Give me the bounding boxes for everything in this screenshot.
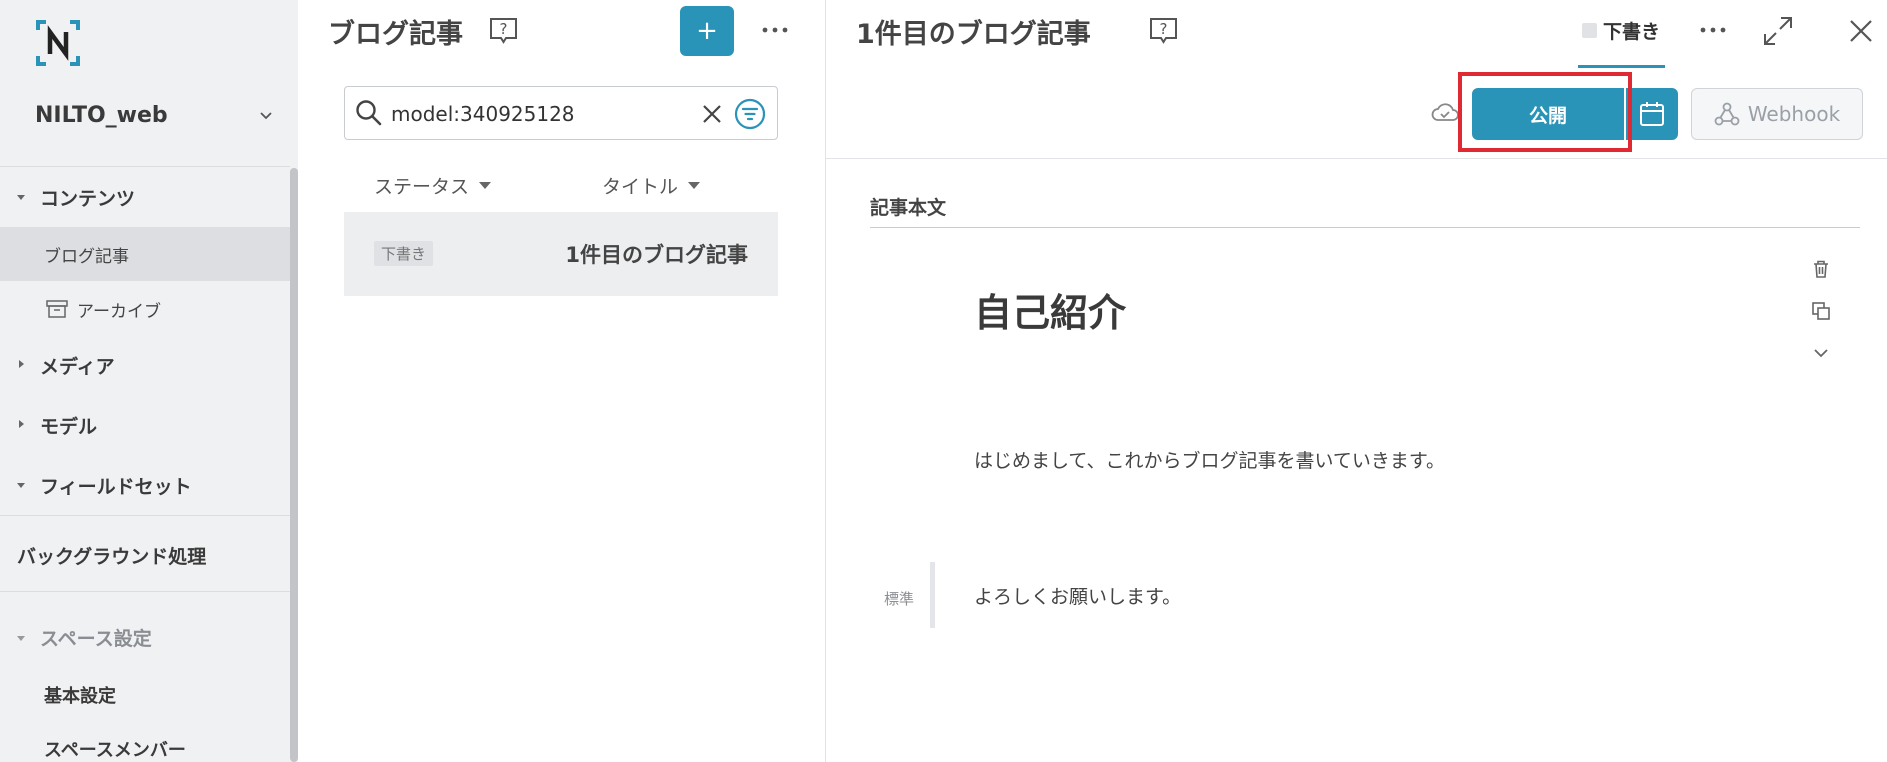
webhook-button[interactable]: Webhook <box>1691 88 1863 140</box>
sidebar-section-contents[interactable]: コンテンツ <box>40 184 135 211</box>
active-block-indicator <box>930 562 935 628</box>
sidebar-section-space-settings[interactable]: スペース設定 <box>40 624 152 651</box>
caret-down-icon <box>17 636 25 641</box>
field-divider <box>870 227 1860 228</box>
sidebar-item-label: ブログ記事 <box>44 247 129 267</box>
schedule-button[interactable] <box>1626 88 1678 140</box>
heading-block[interactable]: 自己紹介 <box>974 282 1126 337</box>
table-row[interactable]: 下書き 1件目のブログ記事 <box>344 212 778 296</box>
filter-icon[interactable] <box>734 98 766 130</box>
nilto-logo[interactable] <box>34 18 82 68</box>
chevron-down-icon[interactable] <box>1810 342 1832 364</box>
caret-down-icon <box>17 195 25 200</box>
expand-icon[interactable] <box>1761 14 1795 48</box>
column-header-label: タイトル <box>602 176 679 198</box>
field-label: 記事本文 <box>870 197 947 219</box>
archive-box-icon <box>46 300 68 318</box>
sort-caret-icon <box>688 182 701 189</box>
webhook-label: Webhook <box>1747 102 1841 126</box>
content-list-panel: ブログ記事 ? + model:340925128 ステータス タイトル 下書き… <box>298 0 826 762</box>
help-icon[interactable]: ? <box>1148 16 1179 45</box>
block-style-label[interactable]: 標準 <box>884 588 914 609</box>
sidebar-divider <box>0 591 290 592</box>
toolbar-divider <box>826 158 1887 159</box>
cloud-check-icon <box>1431 103 1459 121</box>
calendar-icon <box>1640 102 1664 126</box>
sidebar-section-fieldset[interactable]: フィールドセット <box>40 472 192 499</box>
more-horizontal-icon[interactable] <box>1698 18 1728 42</box>
svg-text:?: ? <box>500 20 508 38</box>
publish-button[interactable]: 公開 <box>1472 88 1624 140</box>
chevron-down-icon[interactable] <box>258 108 274 124</box>
paragraph-block[interactable]: よろしくお願いします。 <box>974 582 1181 609</box>
paragraph-block[interactable]: はじめまして、これからブログ記事を書いていきます。 <box>974 446 1445 473</box>
caret-right-icon <box>19 360 24 368</box>
row-title: 1件目のブログ記事 <box>565 243 748 267</box>
search-input[interactable]: model:340925128 <box>344 86 778 140</box>
add-content-button[interactable]: + <box>680 6 734 56</box>
trash-icon[interactable] <box>1810 258 1832 280</box>
search-value: model:340925128 <box>391 102 575 126</box>
status-tab-label: 下書き <box>1603 21 1661 43</box>
tab-draft-status[interactable]: 下書き <box>1578 0 1665 68</box>
page-title: 1件目のブログ記事 <box>856 19 1091 50</box>
content-detail-panel: 1件目のブログ記事 ? 下書き 公開 Webhook 記事本文 自己紹介 はじめ… <box>826 0 1887 762</box>
caret-down-icon <box>17 483 25 488</box>
sidebar-section-background[interactable]: バックグラウンド処理 <box>17 542 206 569</box>
status-badge: 下書き <box>374 241 434 266</box>
copy-icon[interactable] <box>1810 300 1832 322</box>
clear-icon[interactable] <box>700 102 724 126</box>
sidebar-item-blog[interactable]: ブログ記事 <box>0 227 290 281</box>
close-icon[interactable] <box>1848 18 1874 44</box>
sidebar-section-model[interactable]: モデル <box>40 412 97 439</box>
column-header-label: ステータス <box>374 176 470 198</box>
space-name[interactable]: NILTO_web <box>35 103 168 128</box>
status-indicator <box>1582 23 1597 38</box>
column-header-status[interactable]: ステータス <box>374 172 492 199</box>
sidebar-item-space-members[interactable]: スペースメンバー <box>44 736 186 762</box>
sidebar-divider <box>0 515 290 516</box>
svg-text:?: ? <box>1160 20 1168 38</box>
sort-caret-icon <box>479 182 492 189</box>
help-icon[interactable]: ? <box>488 16 519 45</box>
sidebar: NILTO_web コンテンツ ブログ記事 アーカイブ メディア モデル フィー… <box>0 0 298 762</box>
search-icon <box>356 100 382 126</box>
webhook-icon <box>1714 102 1740 126</box>
more-horizontal-icon[interactable] <box>760 18 790 42</box>
sidebar-item-label: アーカイブ <box>77 302 161 322</box>
sidebar-divider <box>0 166 290 167</box>
list-title: ブログ記事 <box>328 19 463 50</box>
sidebar-scrollbar[interactable] <box>290 168 298 762</box>
sidebar-item-basic-settings[interactable]: 基本設定 <box>44 682 116 708</box>
sidebar-item-archive[interactable]: アーカイブ <box>0 283 290 335</box>
caret-right-icon <box>19 420 24 428</box>
column-header-title[interactable]: タイトル <box>602 172 701 199</box>
sidebar-section-media[interactable]: メディア <box>40 352 115 379</box>
